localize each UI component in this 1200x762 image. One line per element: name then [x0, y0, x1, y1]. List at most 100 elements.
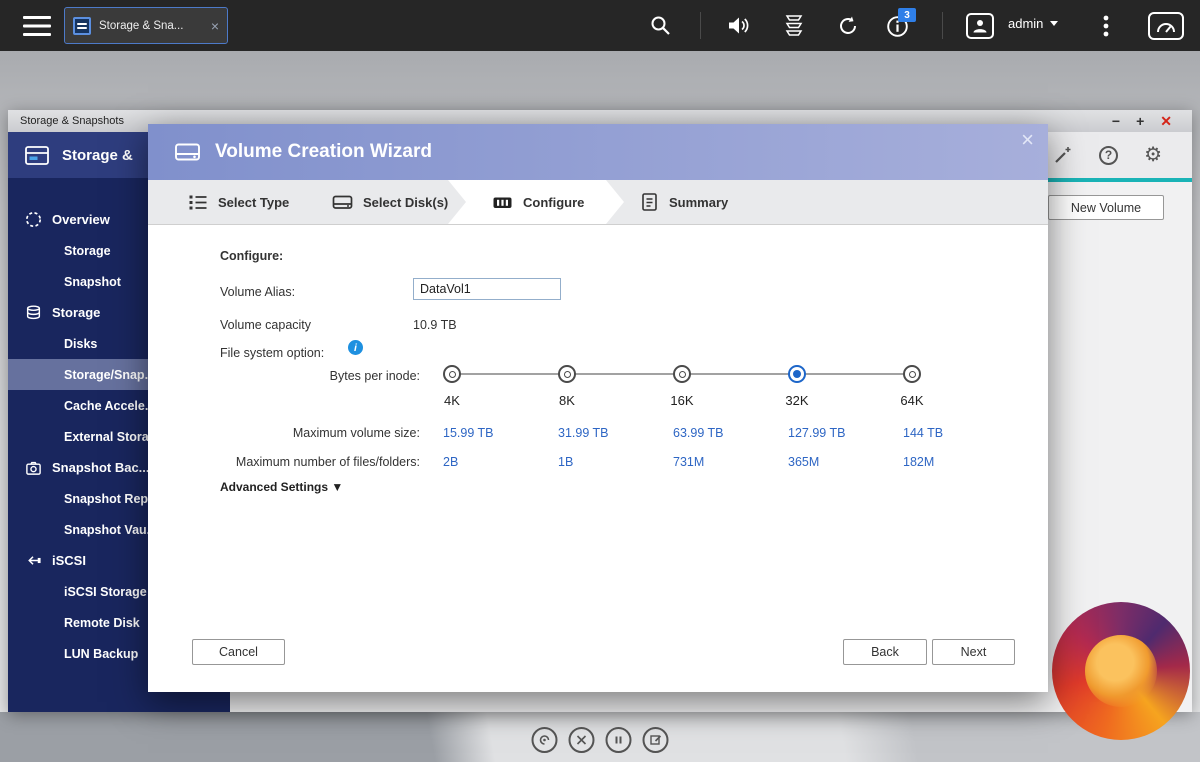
back-button[interactable]: Back [843, 639, 927, 665]
inode-option-4k: 4K [443, 365, 558, 429]
sidebar-item-label: Snapshot Bac... [52, 460, 150, 475]
step-select-disks: Select Disk(s) [332, 180, 448, 224]
inode-option-label: 8K [559, 393, 575, 408]
max-volume-size-label: Maximum volume size: [220, 426, 420, 440]
disk-icon [332, 193, 353, 211]
radio-32k-selected[interactable] [788, 365, 806, 383]
inode-option-label: 16K [670, 393, 693, 408]
inode-option-64k: 64K [903, 365, 1018, 429]
bytes-per-inode-slider: 4K 8K 16K 32K 64K [443, 365, 1023, 429]
app-tab-storage-snapshots[interactable]: Storage & Sna... × [64, 7, 228, 44]
dialog-content: Configure: Volume Alias: Volume capacity… [148, 225, 1048, 692]
max-volume-value: 144 TB [903, 426, 1018, 440]
max-volume-value: 15.99 TB [443, 426, 558, 440]
radio-16k[interactable] [673, 365, 691, 383]
notification-badge: 3 [898, 8, 916, 22]
dashboard-icon[interactable] [1148, 12, 1184, 40]
snapshot-backup-icon [24, 460, 42, 476]
step-label: Configure [523, 195, 584, 210]
overview-icon [24, 211, 42, 228]
max-volume-value: 63.99 TB [673, 426, 788, 440]
max-volume-value: 31.99 TB [558, 426, 673, 440]
desktop-dock [532, 727, 669, 753]
dialog-close-icon[interactable]: × [1021, 129, 1034, 151]
drive-icon [174, 141, 201, 163]
step-label: Select Type [218, 195, 289, 210]
swirl-icon[interactable] [532, 727, 558, 753]
sidebar-item-label: External Stora... [64, 430, 159, 444]
sidebar-item-label: Disks [64, 337, 97, 351]
dialog-title: Volume Creation Wizard [215, 141, 432, 163]
step-label: Summary [669, 195, 728, 210]
inode-option-label: 32K [785, 393, 808, 408]
radio-4k[interactable] [443, 365, 461, 383]
volume-capacity-value: 10.9 TB [413, 318, 457, 332]
topbar-divider [942, 12, 943, 39]
radio-64k[interactable] [903, 365, 921, 383]
sidebar-item-label: Storage/Snap... [64, 368, 155, 382]
tools-icon[interactable] [569, 727, 595, 753]
close-window-icon[interactable]: ✕ [1160, 114, 1172, 128]
inode-option-16k: 16K [673, 365, 788, 429]
volume-alias-label: Volume Alias: [220, 285, 295, 299]
sidebar-item-label: Snapshot Rep... [64, 492, 158, 506]
admin-label: admin [1008, 16, 1043, 31]
configure-section-label: Configure: [220, 249, 283, 263]
info-icon[interactable]: i [348, 340, 363, 355]
volume-icon[interactable] [727, 16, 751, 35]
inode-option-32k: 32K [788, 365, 903, 429]
main-menu-icon[interactable] [22, 15, 52, 36]
tab-label: Storage & Sna... [99, 20, 203, 32]
step-select-type: Select Type [188, 180, 289, 224]
advanced-settings-toggle[interactable]: Advanced Settings ▼ [220, 480, 343, 494]
background-tasks-icon[interactable] [783, 14, 805, 37]
max-volume-size-values: 15.99 TB 31.99 TB 63.99 TB 127.99 TB 144… [443, 426, 1018, 440]
storage-stack-icon [24, 304, 42, 321]
step-summary: Summary [640, 180, 728, 224]
sync-icon[interactable] [837, 15, 859, 37]
next-button[interactable]: Next [932, 639, 1015, 665]
pause-columns-icon[interactable] [606, 727, 632, 753]
inode-option-8k: 8K [558, 365, 673, 429]
more-options-icon[interactable] [1103, 15, 1109, 37]
user-icon[interactable] [966, 13, 994, 39]
new-volume-button[interactable]: New Volume [1048, 195, 1164, 220]
max-volume-value: 127.99 TB [788, 426, 903, 440]
max-files-values: 2B 1B 731M 365M 182M [443, 455, 1018, 469]
edit-note-icon[interactable] [643, 727, 669, 753]
sidebar-item-label: LUN Backup [64, 647, 138, 661]
sidebar-item-label: iSCSI Storage [64, 585, 147, 599]
search-icon[interactable] [650, 15, 671, 36]
help-icon[interactable]: ? [1099, 146, 1118, 165]
max-files-value: 2B [443, 455, 558, 469]
sidebar-item-label: Storage [52, 305, 100, 320]
admin-menu[interactable]: admin [1008, 16, 1058, 31]
chevron-down-icon [1050, 21, 1058, 26]
sidebar-app-title: Storage & [62, 147, 133, 164]
dialog-header: Volume Creation Wizard × [148, 124, 1048, 180]
step-configure-active: Configure [448, 180, 624, 224]
sidebar-item-label: Snapshot [64, 275, 121, 289]
radio-8k[interactable] [558, 365, 576, 383]
sidebar-item-label: Remote Disk [64, 616, 140, 630]
kitguru-logo [1052, 602, 1190, 740]
bytes-per-inode-label: Bytes per inode: [220, 369, 420, 383]
volume-capacity-label: Volume capacity [220, 318, 311, 332]
screen: Storage & Sna... × 3 admin [0, 0, 1200, 762]
storage-app-icon [73, 17, 91, 35]
storage-app-logo-icon [24, 143, 50, 167]
max-files-label: Maximum number of files/folders: [220, 455, 420, 469]
maximize-icon[interactable]: + [1136, 114, 1144, 128]
iscsi-icon [24, 553, 42, 568]
max-files-value: 731M [673, 455, 788, 469]
cancel-button[interactable]: Cancel [192, 639, 285, 665]
wand-icon[interactable] [1053, 145, 1073, 165]
inode-option-label: 64K [900, 393, 923, 408]
sidebar-item-label: Overview [52, 212, 110, 227]
gear-icon[interactable]: ⚙ [1144, 145, 1162, 165]
volume-alias-input[interactable] [413, 278, 561, 300]
window-title: Storage & Snapshots [20, 115, 124, 127]
sidebar-item-label: Snapshot Vau... [64, 523, 157, 537]
minimize-icon[interactable]: − [1112, 114, 1120, 128]
tab-close-icon[interactable]: × [211, 19, 219, 33]
